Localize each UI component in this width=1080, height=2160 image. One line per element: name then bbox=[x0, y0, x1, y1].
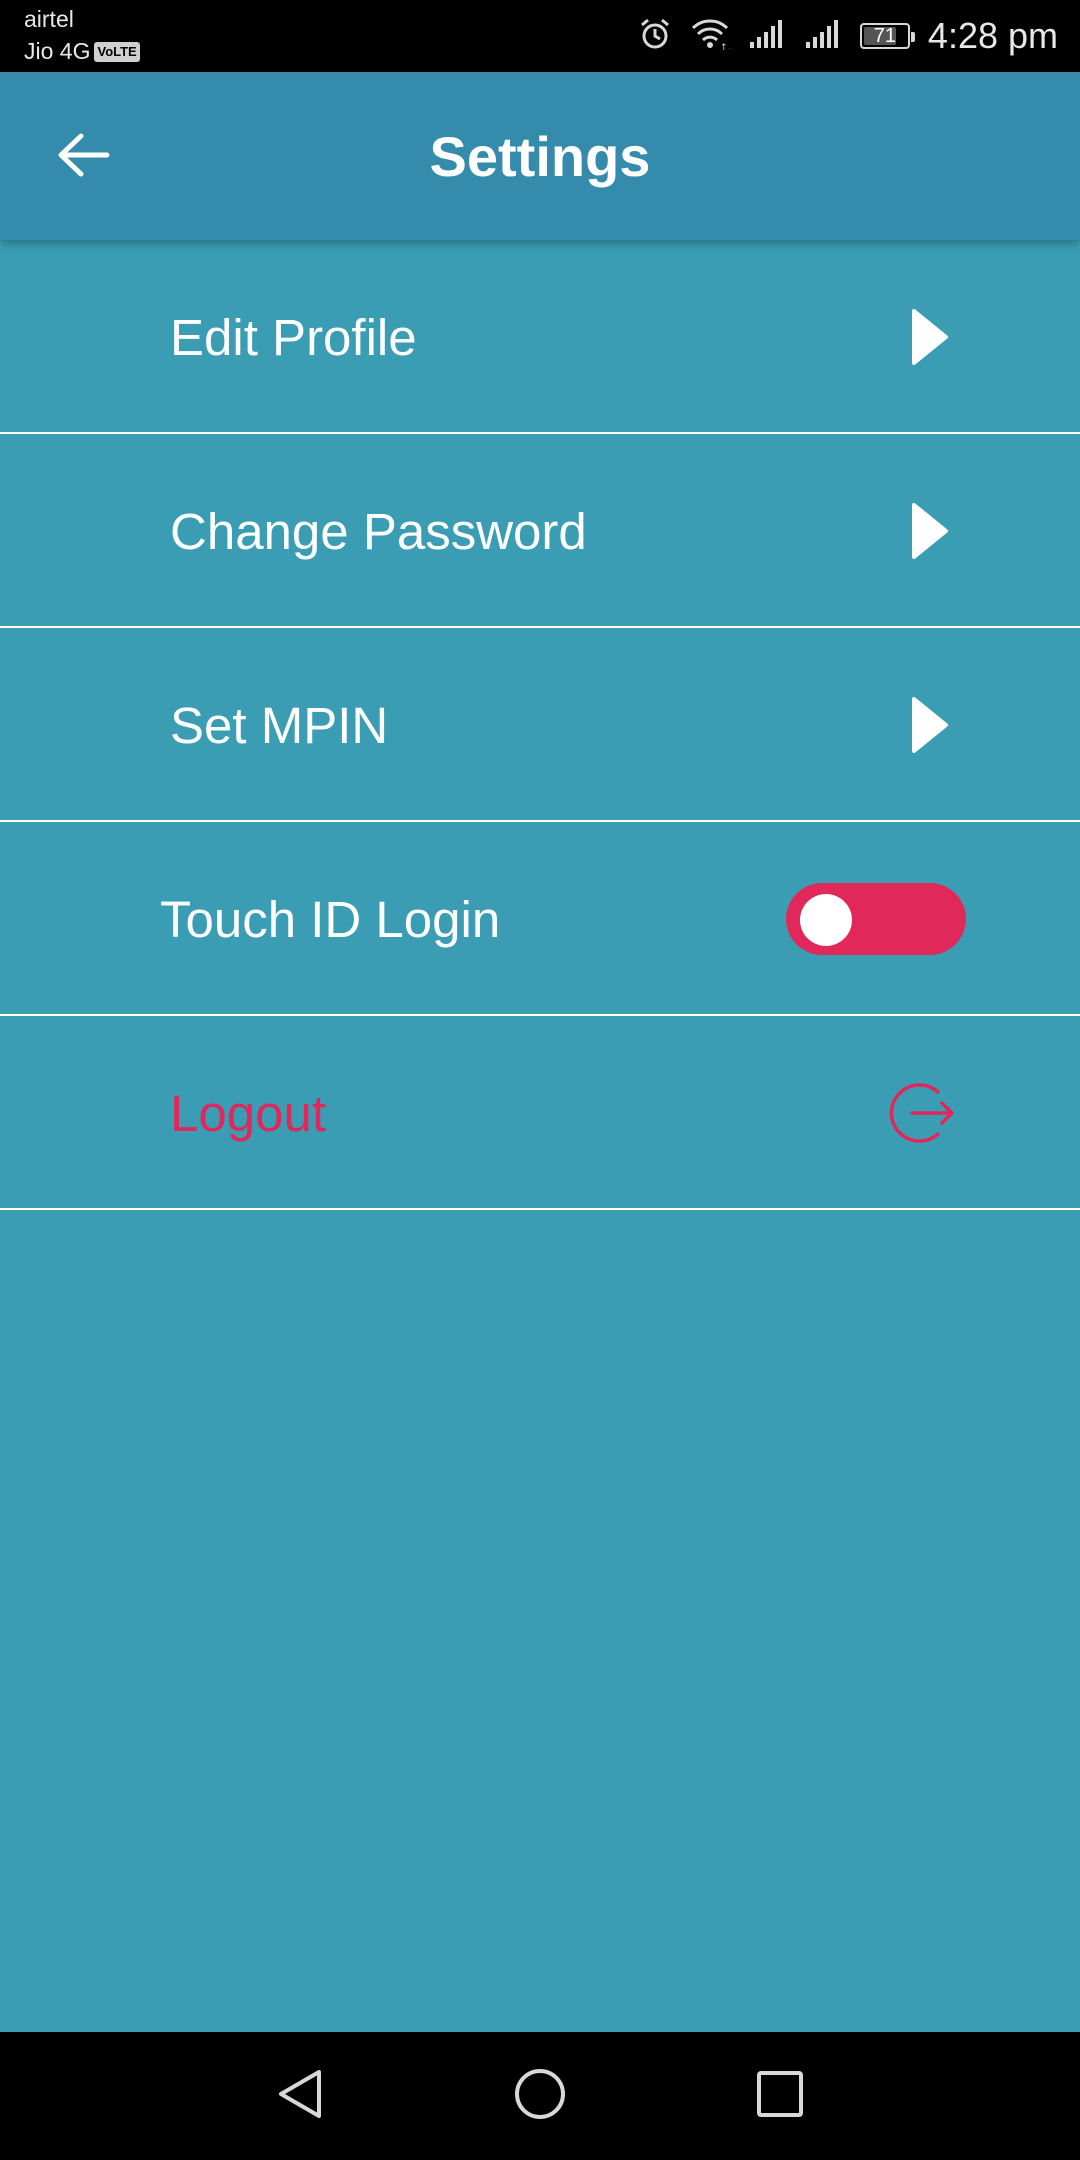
carrier-secondary-label: Jio 4G bbox=[24, 38, 91, 64]
touch-id-login-label: Touch ID Login bbox=[160, 890, 501, 948]
page-title: Settings bbox=[429, 125, 651, 188]
svg-text:↑↓: ↑↓ bbox=[720, 43, 730, 51]
back-triangle-icon bbox=[275, 2066, 325, 2127]
chevron-right-icon bbox=[910, 240, 950, 434]
alarm-icon bbox=[638, 17, 672, 56]
clock: 4:28 pm bbox=[927, 15, 1058, 56]
edit-profile-label: Edit Profile bbox=[170, 308, 417, 366]
logout-icon bbox=[888, 1016, 958, 1210]
change-password-item[interactable]: Change Password bbox=[0, 434, 1080, 628]
set-mpin-label: Set MPIN bbox=[170, 696, 389, 754]
signal-icon bbox=[748, 18, 786, 55]
change-password-label: Change Password bbox=[170, 502, 587, 560]
touch-id-toggle[interactable] bbox=[786, 883, 966, 955]
toggle-knob bbox=[800, 894, 852, 946]
logout-item[interactable]: Logout bbox=[0, 1016, 1080, 1210]
logout-label: Logout bbox=[170, 1084, 326, 1142]
touch-id-login-item: Touch ID Login bbox=[0, 822, 1080, 1016]
carrier-secondary: Jio 4G VoLTE bbox=[24, 38, 140, 65]
wifi-icon: ↑↓ bbox=[690, 17, 735, 56]
system-nav-bar bbox=[0, 2032, 1080, 2160]
app-bar: Settings bbox=[0, 72, 1080, 240]
nav-back-button[interactable] bbox=[268, 2064, 332, 2128]
carrier-primary: airtel bbox=[24, 6, 74, 32]
battery-icon: 71 bbox=[859, 23, 915, 49]
recents-square-icon bbox=[754, 2068, 806, 2125]
settings-menu: Edit Profile Change Password Set MPIN To… bbox=[0, 240, 1080, 1210]
status-bar: airtel Jio 4G VoLTE ↑↓ bbox=[0, 0, 1080, 72]
set-mpin-item[interactable]: Set MPIN bbox=[0, 628, 1080, 822]
home-circle-icon bbox=[512, 2066, 568, 2127]
signal-icon bbox=[804, 18, 842, 55]
chevron-right-icon bbox=[910, 434, 950, 628]
nav-home-button[interactable] bbox=[508, 2064, 572, 2128]
chevron-right-icon bbox=[910, 628, 950, 822]
volte-badge: VoLTE bbox=[94, 41, 140, 62]
edit-profile-item[interactable]: Edit Profile bbox=[0, 240, 1080, 434]
nav-recents-button[interactable] bbox=[748, 2064, 812, 2128]
status-icons: ↑↓ 71 4:28 pm bbox=[638, 0, 1058, 72]
battery-level: 71 bbox=[873, 24, 897, 47]
